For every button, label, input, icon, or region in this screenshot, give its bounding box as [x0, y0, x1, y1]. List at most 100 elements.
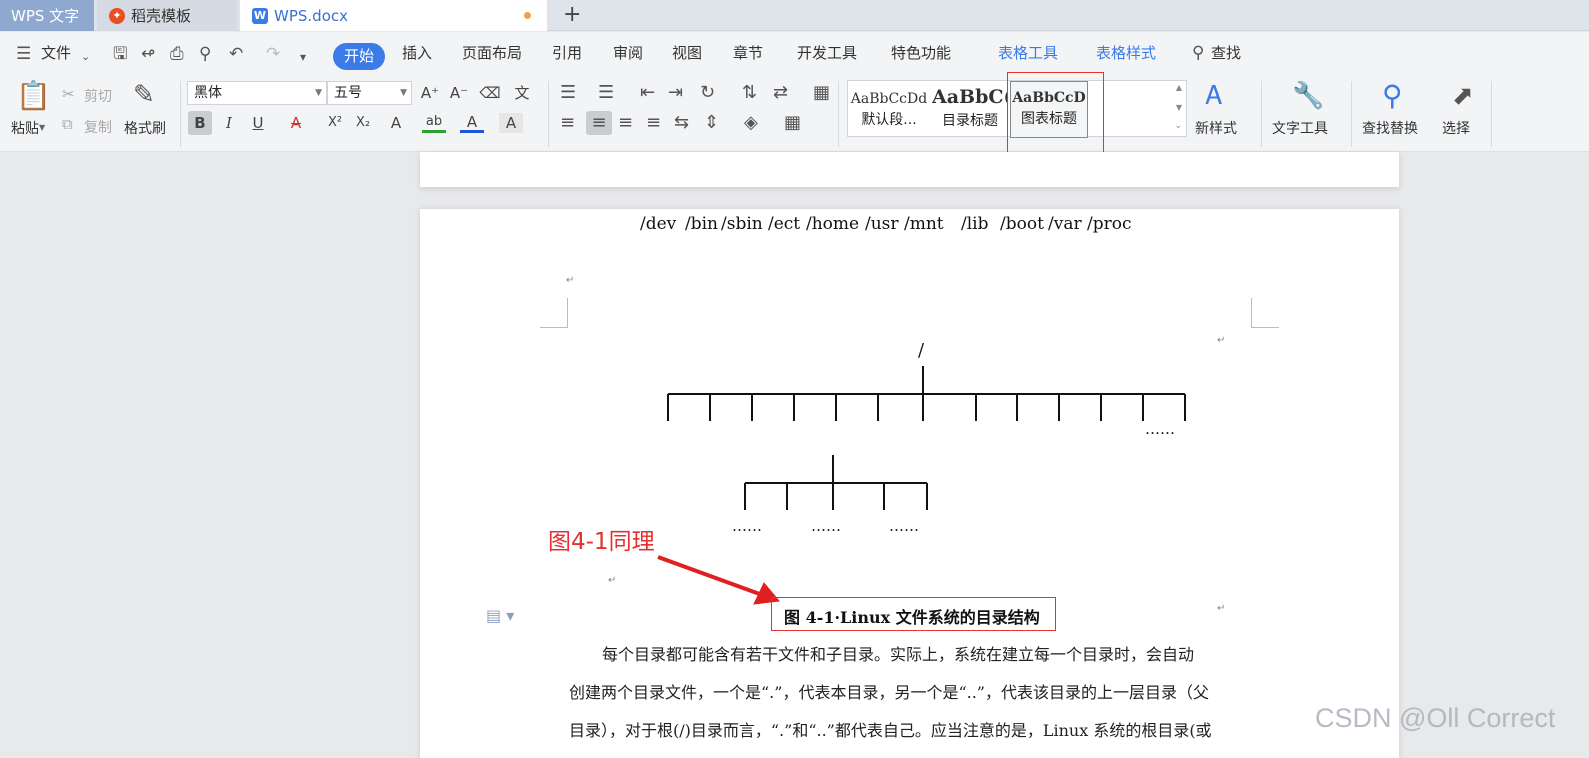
tree-root-label: / — [918, 340, 925, 361]
clear-format-icon[interactable]: ⌫ — [478, 81, 502, 105]
style-preview: AaBbC( — [932, 86, 1008, 108]
watermark: CSDN @Oll Correct — [1315, 703, 1556, 733]
justify-icon[interactable]: ≡ — [646, 113, 661, 133]
select-button[interactable]: 选择 — [1442, 118, 1470, 138]
align-left-icon[interactable]: ≡ — [560, 113, 575, 133]
divider — [1351, 81, 1352, 147]
paragraph-layout-icon[interactable]: ▤ ▾ — [486, 606, 514, 625]
save-icon[interactable]: 🖫 — [113, 44, 127, 64]
line-spacing-icon[interactable]: ⇕ — [704, 113, 719, 133]
align-right-icon[interactable]: ≡ — [618, 113, 633, 133]
menu-insert[interactable]: 插入 — [402, 42, 432, 63]
copy-icon: ⧉ — [62, 115, 73, 133]
hamburger-icon[interactable]: ☰ — [16, 44, 31, 64]
tab-wps-writer[interactable]: WPS 文字 — [0, 0, 94, 31]
paste-dropdown-icon[interactable]: ▼ — [39, 123, 45, 132]
menu-start[interactable]: 开始 — [333, 43, 385, 70]
dir-label: /bin — [685, 214, 718, 234]
shading-icon[interactable]: ◈ — [744, 113, 758, 133]
unsaved-dot-icon — [524, 12, 531, 19]
find-replace-button[interactable]: 查找替换 — [1362, 118, 1418, 138]
increase-indent-icon[interactable]: ⇥ — [668, 83, 683, 103]
distributed-icon[interactable]: ⇆ — [674, 113, 689, 133]
dir-label: /boot — [1000, 214, 1044, 234]
new-style-button[interactable]: 新样式 — [1195, 118, 1237, 138]
text-effect-button[interactable]: A — [384, 111, 408, 135]
customize-toolbar-icon[interactable]: ▾ — [300, 47, 306, 67]
redo-icon[interactable]: ↷ — [266, 44, 280, 64]
paste-button[interactable]: 粘贴 — [11, 118, 39, 138]
copy-button[interactable]: 复制 — [84, 117, 112, 137]
bullets-icon[interactable]: ☰ — [560, 83, 576, 103]
italic-button[interactable]: I — [217, 111, 241, 135]
menu-table-tools[interactable]: 表格工具 — [998, 42, 1058, 63]
shrink-font-icon[interactable]: A⁻ — [447, 81, 471, 105]
figure-caption[interactable]: 图 4-1·Linux 文件系统的目录结构 — [784, 604, 1040, 628]
cut-button[interactable]: 剪切 — [84, 86, 112, 106]
char-shading-button[interactable]: A — [499, 113, 523, 133]
wrench-icon[interactable]: 🔧 — [1292, 81, 1324, 111]
style-name: 目录标题 — [942, 113, 998, 129]
menu-view[interactable]: 视图 — [672, 42, 702, 63]
menu-file[interactable]: 文件 — [41, 42, 71, 63]
font-name-select[interactable]: 黑体 ▼ — [187, 81, 327, 105]
bold-button[interactable]: B — [188, 111, 212, 135]
font-size-select[interactable]: 五号 ▼ — [327, 81, 412, 105]
new-style-icon[interactable]: Ꭺ — [1206, 81, 1223, 111]
font-name-value: 黑体 — [194, 85, 222, 101]
paragraph-mark-icon: ↵ — [608, 575, 617, 586]
grow-font-icon[interactable]: A⁺ — [418, 81, 442, 105]
style-toc-heading[interactable]: AaBbC( 目录标题 — [932, 81, 1008, 138]
strikethrough-button[interactable]: A — [284, 111, 308, 135]
new-tab-button[interactable]: + — [563, 3, 581, 27]
menu-developer-tools[interactable]: 开发工具 — [797, 42, 857, 63]
text-direction-icon[interactable]: ↻ — [700, 83, 715, 103]
wps-doc-icon: W — [252, 7, 268, 24]
format-painter-button[interactable]: 格式刷 — [124, 118, 166, 138]
text-tools-button[interactable]: 文字工具 — [1272, 118, 1328, 138]
paragraph-line: 创建两个目录文件，一个是“.”，代表本目录，另一个是“..”，代表该目录的上一层… — [569, 683, 1209, 702]
dir-label: /lib — [961, 214, 989, 234]
menu-special-features[interactable]: 特色功能 — [891, 42, 951, 63]
menu-review[interactable]: 审阅 — [613, 42, 643, 63]
format-painter-icon[interactable]: ✎ — [133, 81, 155, 109]
export-icon[interactable]: ↫ — [141, 44, 155, 64]
sort-icon[interactable]: ⇅ — [742, 83, 757, 103]
divider — [1491, 81, 1492, 147]
highlight-button[interactable]: ab — [422, 111, 446, 133]
decrease-indent-icon[interactable]: ⇤ — [640, 83, 655, 103]
dir-label: /mnt — [904, 214, 944, 234]
font-color-button[interactable]: A — [460, 111, 484, 133]
borders-icon[interactable]: ▦ — [784, 113, 801, 133]
paragraph-line: 每个目录都可能含有若干文件和子目录。实际上，系统在建立每一个目录时，会自动 — [602, 645, 1195, 664]
menu-chapter[interactable]: 章节 — [733, 42, 763, 63]
tab-daoke-templates[interactable]: ✦ 稻壳模板 — [97, 0, 237, 31]
chevron-down-icon: ▼ — [315, 88, 322, 98]
find-replace-icon[interactable]: ⚲ — [1382, 81, 1403, 111]
menu-reference[interactable]: 引用 — [552, 42, 582, 63]
underline-button[interactable]: U — [246, 111, 270, 135]
spacing-icon[interactable]: ⇄ — [773, 83, 788, 103]
print-icon[interactable]: ⎙ — [170, 44, 184, 64]
search-icon[interactable]: ⚲ — [1192, 43, 1204, 63]
tab-document[interactable]: W WPS.docx — [240, 0, 547, 31]
menu-page-layout[interactable]: 页面布局 — [462, 42, 522, 63]
menu-find[interactable]: 查找 — [1211, 42, 1241, 63]
print-preview-icon[interactable]: ⚲ — [199, 44, 211, 64]
numbering-icon[interactable]: ☰ — [598, 83, 614, 103]
menu-table-style[interactable]: 表格样式 — [1096, 42, 1156, 63]
scroll-up-icon[interactable]: ▲ — [1176, 83, 1182, 92]
table-border-icon[interactable]: ▦ — [813, 83, 830, 103]
scroll-down-icon[interactable]: ▼ — [1176, 103, 1182, 112]
pinyin-guide-icon[interactable]: 文 — [510, 81, 534, 105]
align-center-icon[interactable]: ≡ — [586, 111, 612, 135]
chevron-down-icon[interactable]: ⌄ — [81, 47, 90, 67]
undo-icon[interactable]: ↶ — [229, 44, 243, 64]
cursor-select-icon[interactable]: ⬈ — [1452, 81, 1474, 111]
paste-icon[interactable]: 📋 — [16, 81, 51, 111]
expand-gallery-icon[interactable]: ⌄ — [1174, 121, 1182, 131]
style-default[interactable]: AaBbCcDd 默认段... — [848, 81, 930, 138]
document-page[interactable] — [420, 209, 1399, 758]
superscript-button[interactable]: X² — [323, 111, 347, 135]
subscript-button[interactable]: X₂ — [351, 111, 375, 135]
